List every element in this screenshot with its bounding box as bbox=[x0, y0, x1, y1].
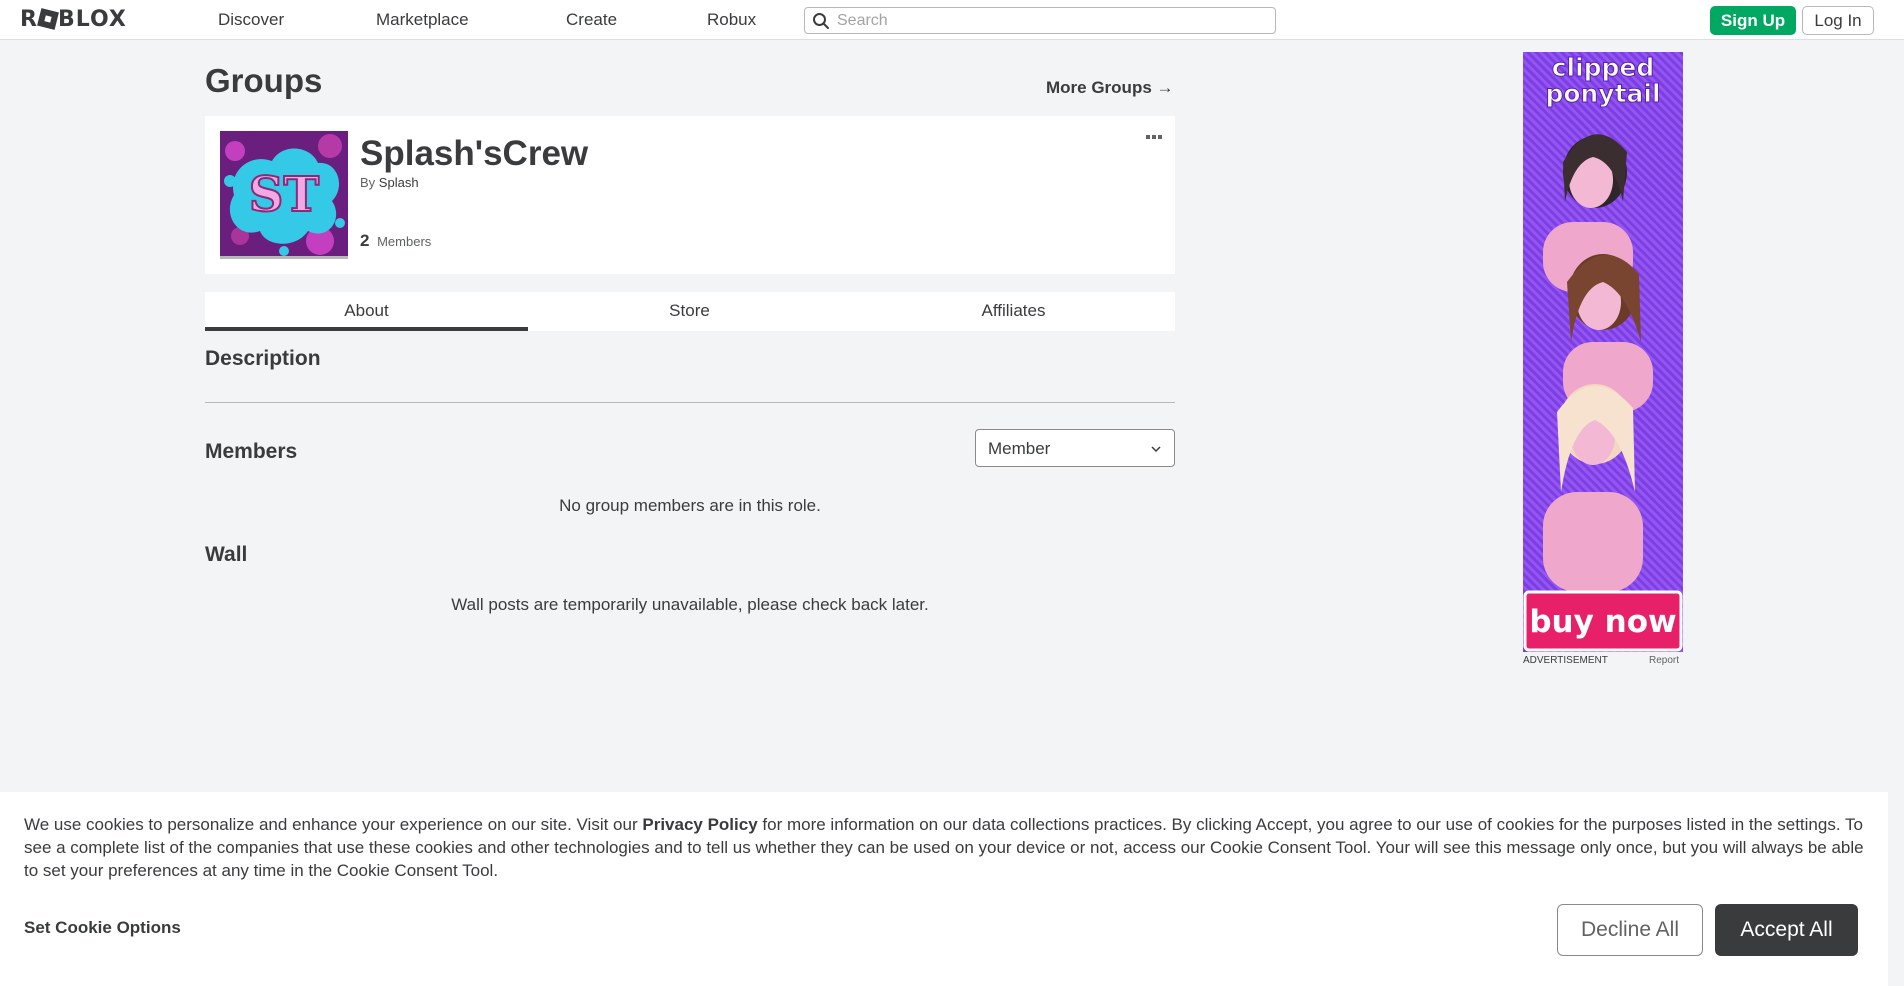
group-name: Splash'sCrew bbox=[360, 134, 589, 173]
search-input[interactable] bbox=[837, 10, 1257, 31]
members-empty-message: No group members are in this role. bbox=[559, 496, 821, 515]
accept-all-button[interactable]: Accept All bbox=[1715, 904, 1858, 956]
role-dropdown-value: Member bbox=[988, 439, 1051, 458]
nav-robux[interactable]: Robux bbox=[707, 0, 756, 40]
nav-marketplace[interactable]: Marketplace bbox=[376, 0, 469, 40]
ad-label: ADVERTISEMENT bbox=[1523, 655, 1608, 666]
decline-all-button[interactable]: Decline All bbox=[1557, 904, 1703, 956]
group-emblem: ST bbox=[220, 131, 348, 259]
member-count-label: Members bbox=[377, 234, 432, 249]
nav-create[interactable]: Create bbox=[566, 0, 617, 40]
advertisement-banner[interactable]: clipped ponytail buy now bbox=[1523, 52, 1683, 652]
group-header-card: ST Splash'sCrew By Splash 2 Members bbox=[205, 116, 1175, 274]
more-groups-link[interactable]: More Groups → bbox=[1046, 78, 1174, 98]
nav-discover[interactable]: Discover bbox=[218, 0, 284, 40]
ad-artwork: clipped ponytail buy now bbox=[1523, 53, 1683, 652]
chevron-down-icon bbox=[1151, 446, 1161, 453]
members-title: Members bbox=[205, 440, 298, 463]
group-emblem-lettering: ST bbox=[249, 167, 320, 223]
tab-about[interactable]: About bbox=[205, 292, 528, 331]
group-emblem-image: ST bbox=[220, 131, 348, 256]
member-count-number: 2 bbox=[360, 231, 370, 250]
log-in-button[interactable]: Log In bbox=[1802, 6, 1874, 35]
cookie-message: We use cookies to personalize and enhanc… bbox=[24, 813, 1874, 882]
role-dropdown[interactable]: Member bbox=[975, 429, 1175, 467]
set-cookie-options-link[interactable]: Set Cookie Options bbox=[24, 918, 181, 938]
page-title: Groups bbox=[205, 62, 323, 99]
ad-headline-line1: clipped bbox=[1552, 53, 1655, 82]
cookie-text-part1: We use cookies to personalize and enhanc… bbox=[24, 815, 643, 834]
privacy-policy-link[interactable]: Privacy Policy bbox=[642, 815, 757, 834]
cookie-consent-banner: We use cookies to personalize and enhanc… bbox=[0, 792, 1888, 986]
wall-title: Wall bbox=[205, 543, 248, 566]
top-navigation-bar: R BLOX Discover Marketplace Create Robux … bbox=[0, 0, 1904, 40]
ad-report-link[interactable]: Report bbox=[1649, 655, 1679, 666]
sign-up-button[interactable]: Sign Up bbox=[1710, 6, 1796, 35]
group-owner-line: By Splash bbox=[360, 175, 419, 190]
group-tabs: About Store Affiliates bbox=[205, 292, 1175, 331]
member-count: 2 Members bbox=[360, 231, 431, 251]
owner-prefix: By bbox=[360, 175, 376, 190]
ad-cta: buy now bbox=[1529, 604, 1676, 640]
more-options-icon[interactable] bbox=[1145, 134, 1163, 142]
section-divider bbox=[205, 402, 1175, 403]
search-icon bbox=[813, 13, 829, 29]
tab-affiliates[interactable]: Affiliates bbox=[852, 292, 1175, 331]
search-box[interactable] bbox=[804, 7, 1276, 34]
description-title: Description bbox=[205, 347, 321, 370]
tab-store[interactable]: Store bbox=[528, 292, 851, 331]
ad-headline-line2: ponytail bbox=[1545, 79, 1660, 108]
owner-link[interactable]: Splash bbox=[379, 175, 419, 190]
roblox-logo[interactable]: R BLOX bbox=[20, 8, 127, 32]
wall-unavailable-message: Wall posts are temporarily unavailable, … bbox=[451, 595, 929, 614]
